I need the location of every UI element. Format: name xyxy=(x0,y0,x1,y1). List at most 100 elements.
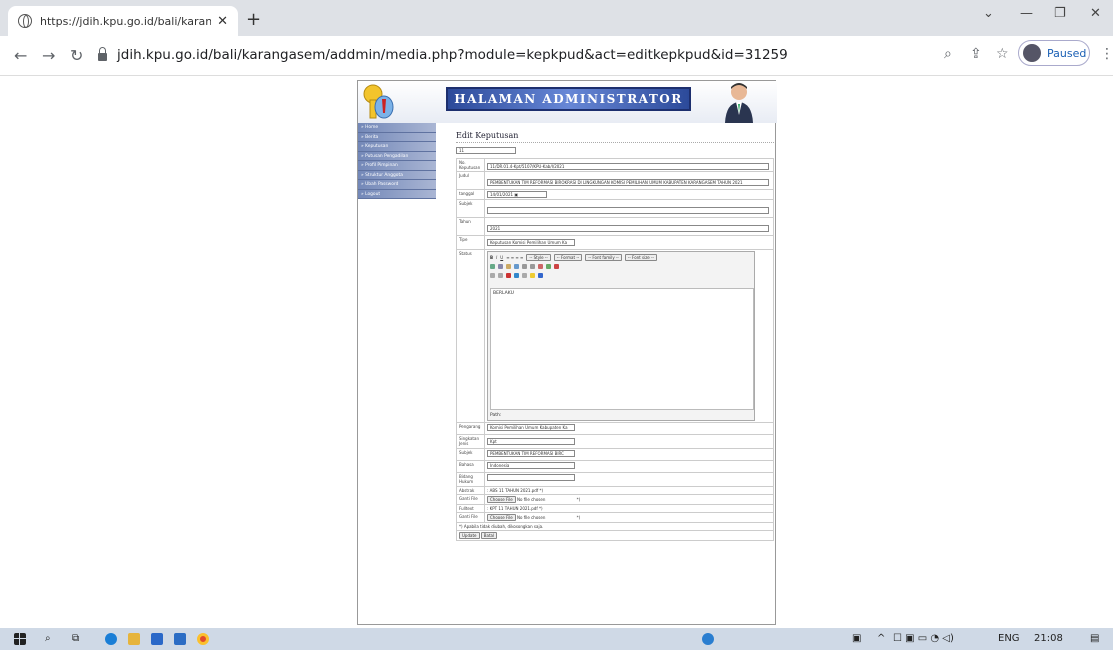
no-file-label-1: No file chosen xyxy=(517,497,546,502)
notification-icon[interactable]: ▤ xyxy=(1090,633,1099,644)
chrome-icon[interactable] xyxy=(197,633,209,645)
subscript-icon[interactable] xyxy=(522,272,527,278)
edge-icon[interactable] xyxy=(105,633,117,645)
align-icons[interactable]: ≡ ≡ ≡ ≡ xyxy=(506,255,523,260)
close-tab-icon[interactable]: ✕ xyxy=(217,14,228,29)
bold-icon[interactable]: B xyxy=(490,255,493,260)
cut-icon[interactable] xyxy=(490,263,495,269)
indent-icon[interactable] xyxy=(530,263,535,269)
task-view-icon[interactable]: ⧉ xyxy=(72,633,79,644)
format-select[interactable]: -- Format -- xyxy=(553,253,583,261)
choose-file-button-1[interactable]: Choose File xyxy=(487,496,516,503)
label-bahasa: Bahasa xyxy=(456,460,485,473)
label-no-keputusan: No. Keputusan xyxy=(456,158,485,172)
address-bar[interactable]: jdih.kpu.go.id/bali/karangasem/addmin/me… xyxy=(98,41,918,69)
label-subjek-2: Subjek xyxy=(456,448,485,461)
close-window-button[interactable]: ✕ xyxy=(1090,6,1101,21)
sidebar-item-home[interactable]: » Home xyxy=(358,123,436,133)
profile-button[interactable]: Paused xyxy=(1018,40,1090,66)
administrator-avatar-icon xyxy=(725,83,753,123)
asterisk-note-2: *) xyxy=(576,515,581,520)
asterisk-note-1: *) xyxy=(576,497,581,502)
pengarang-input[interactable]: Komisi Pemilihan Umum Kabupaten Ka xyxy=(487,424,575,431)
form-table: No. Keputusan 11/DR.01.4-Kpt/5107/KPU-Ka… xyxy=(456,158,774,541)
copy-icon[interactable] xyxy=(498,263,503,269)
emoticon-icon[interactable] xyxy=(530,272,535,278)
label-ganti-file-1: Ganti File xyxy=(456,494,485,505)
windows-start-icon[interactable] xyxy=(14,633,26,645)
id-field[interactable]: 11 xyxy=(456,147,516,154)
row-icon[interactable] xyxy=(498,272,503,278)
sidebar-item-ubah-password[interactable]: » Ubah Password xyxy=(358,180,436,190)
hr-icon[interactable] xyxy=(514,272,519,278)
judul-input[interactable]: PEMBENTUKAN TIM REFORMASI BIROKRASI DI L… xyxy=(487,179,769,186)
subjek-input[interactable] xyxy=(487,207,769,214)
browser-toolbar: ← → ↻ jdih.kpu.go.id/bali/karangasem/add… xyxy=(0,36,1113,76)
no-keputusan-input[interactable]: 11/DR.01.4-Kpt/5107/KPU-Kab/I/2021 xyxy=(487,163,769,170)
color-icon[interactable] xyxy=(554,263,559,269)
help-tray-icon[interactable] xyxy=(702,633,714,645)
new-tab-button[interactable]: + xyxy=(246,9,261,30)
maximize-button[interactable]: ❐ xyxy=(1054,6,1066,21)
label-fulltext: Fulltext xyxy=(456,504,485,513)
update-button[interactable]: Update xyxy=(459,532,480,539)
label-singkatan-jenis: Singkatan Jenis xyxy=(456,434,485,449)
file-explorer-icon[interactable] xyxy=(128,633,140,645)
image-icon[interactable] xyxy=(546,263,551,269)
back-button[interactable]: ← xyxy=(14,46,27,65)
subjek-2-input[interactable]: PEMBENTUKAN TIM REFORMASI BIRC xyxy=(487,450,575,457)
menu-kebab-icon[interactable]: ⋮ xyxy=(1100,46,1113,62)
windows-taskbar: ⌕ ⧉ ▣ ^ ☐ ▣ ▭ ◔ ◁) ENG 21:08 ▤ xyxy=(0,628,1113,650)
kpu-logo-icon xyxy=(363,84,394,119)
forward-button[interactable]: → xyxy=(42,46,55,65)
form-heading: Edit Keputusan xyxy=(456,131,774,143)
sidebar-item-putusan-pengadilan[interactable]: » Putusan Pengadilan xyxy=(358,151,436,161)
share-icon[interactable]: ⇪ xyxy=(970,46,982,62)
mail-icon[interactable] xyxy=(174,633,186,645)
font-size-select[interactable]: -- Font size -- xyxy=(624,253,657,261)
bidang-hukum-input[interactable] xyxy=(487,474,575,481)
list-icon[interactable] xyxy=(522,263,527,269)
help-icon[interactable] xyxy=(538,272,543,278)
search-icon[interactable]: ⌕ xyxy=(45,633,51,644)
sidebar-item-berita[interactable]: » Berita xyxy=(358,132,436,142)
find-icon[interactable] xyxy=(514,263,519,269)
sidebar-item-profil-pimpinan[interactable]: » Profil Pimpinan xyxy=(358,161,436,171)
batal-button[interactable]: Batal xyxy=(480,532,498,539)
clock[interactable]: 21:08 xyxy=(1034,633,1063,644)
language-indicator[interactable]: ENG xyxy=(998,633,1020,644)
tahun-input[interactable]: 2021 xyxy=(487,225,769,232)
status-rich-text-editor: BIU ≡ ≡ ≡ ≡ -- Style -- -- Format -- -- … xyxy=(487,251,755,421)
browser-tab[interactable]: https://jdih.kpu.go.id/bali/karang ✕ xyxy=(8,6,238,36)
italic-icon[interactable]: I xyxy=(496,255,497,260)
media-icon[interactable] xyxy=(506,272,511,278)
singkatan-jenis-input[interactable]: Kpt xyxy=(487,438,575,445)
reload-button[interactable]: ↻ xyxy=(70,46,83,65)
label-judul: Judul xyxy=(456,171,485,190)
table-icon[interactable] xyxy=(490,272,495,278)
font-family-select[interactable]: -- Font family -- xyxy=(585,253,622,261)
style-select[interactable]: -- Style -- xyxy=(526,253,551,261)
store-icon[interactable] xyxy=(151,633,163,645)
calendar-icon[interactable]: ▣ xyxy=(514,192,518,197)
sidebar-item-logout[interactable]: » Logout xyxy=(358,189,436,199)
choose-file-button-2[interactable]: Choose File xyxy=(487,514,516,521)
minimize-button[interactable]: — xyxy=(1020,6,1033,21)
label-status: Status xyxy=(456,249,485,423)
editor-text-area[interactable]: BERLAKU xyxy=(490,288,754,410)
tanggal-date-input[interactable]: 14/01/2021 ▣ xyxy=(487,191,547,198)
tray-chevron-icon[interactable]: ^ xyxy=(877,633,885,644)
link-icon[interactable] xyxy=(538,263,543,269)
zoom-icon[interactable]: ⌕ xyxy=(944,46,952,62)
sidebar-item-keputusan[interactable]: » Keputusan xyxy=(358,142,436,152)
underline-icon[interactable]: U xyxy=(500,255,503,260)
input-indicator-icon[interactable]: ▣ xyxy=(852,633,861,644)
sidebar-item-struktur-anggota[interactable]: » Struktur Anggota xyxy=(358,170,436,180)
bookmark-star-icon[interactable]: ☆ xyxy=(996,46,1009,62)
paste-icon[interactable] xyxy=(506,263,511,269)
lock-icon xyxy=(98,47,107,61)
tray-icons[interactable]: ☐ ▣ ▭ ◔ ◁) xyxy=(893,633,954,644)
bahasa-input[interactable]: Indonesia xyxy=(487,462,575,469)
tab-search-icon[interactable]: ⌄ xyxy=(983,6,994,21)
tipe-input[interactable]: Keputusan Komisi Pemilihan Umum Ka xyxy=(487,239,575,246)
